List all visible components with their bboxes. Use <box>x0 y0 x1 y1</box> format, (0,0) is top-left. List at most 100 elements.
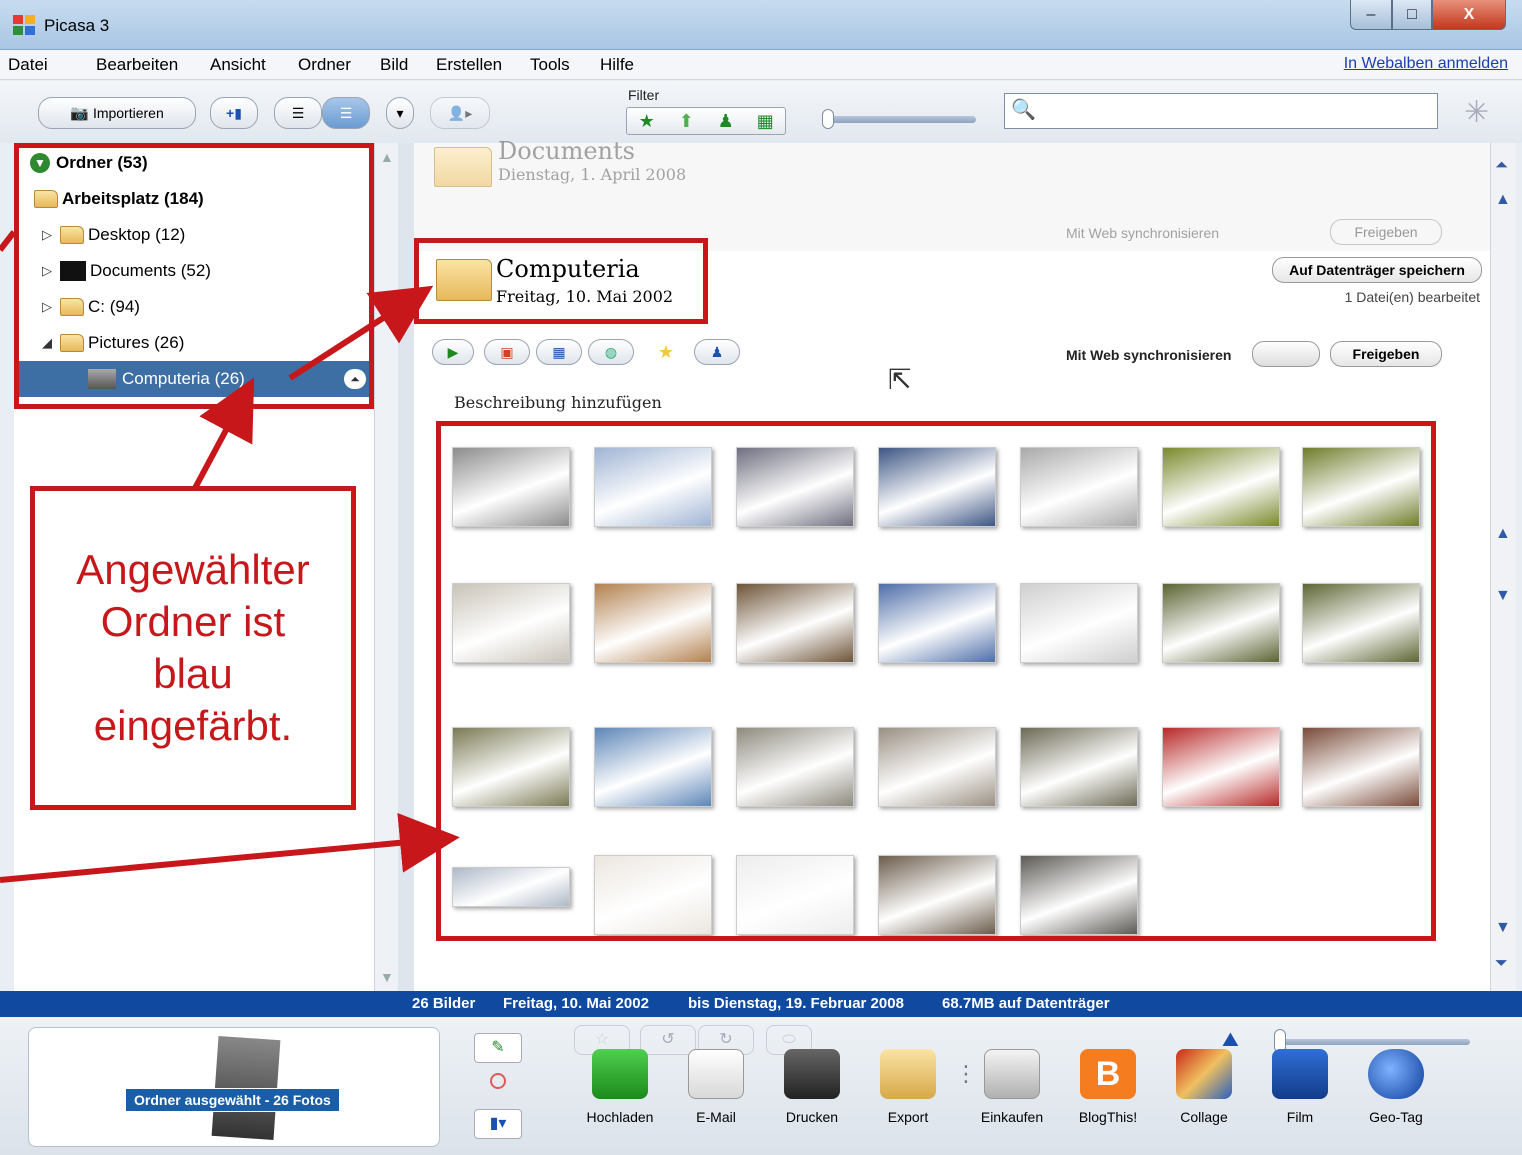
pane-splitter[interactable] <box>398 143 414 991</box>
folder-icon <box>434 147 492 187</box>
webalbum-signin-link[interactable]: In Webalben anmelden <box>1344 55 1508 73</box>
shop-button[interactable]: Einkaufen <box>976 1047 1048 1137</box>
tree-view-button[interactable]: ☰ <box>322 97 370 129</box>
minimize-button[interactable]: – <box>1350 0 1392 30</box>
picasa-window: Picasa 3 – □ X Datei Bearbeiten Ansicht … <box>0 0 1522 1155</box>
menu-bild[interactable]: Bild <box>380 55 408 75</box>
scroll-bottom-icon[interactable]: ⏷ <box>1495 955 1508 973</box>
export-button[interactable]: Export <box>872 1047 944 1137</box>
share-button[interactable]: Freigeben <box>1330 341 1442 367</box>
scroll-down-icon[interactable]: ▼ <box>1495 587 1511 605</box>
status-from: Freitag, 10. Mai 2002 <box>503 995 649 1012</box>
add-album-button[interactable]: +▮ <box>210 97 258 129</box>
photo-tray: Ordner ausgewählt - 26 Fotos <box>28 1027 440 1147</box>
slider-handle[interactable] <box>822 109 834 129</box>
picasa-logo-icon <box>13 15 35 35</box>
search-icon: 🔍 <box>1011 99 1036 121</box>
email-button[interactable]: E-Mail <box>680 1047 752 1137</box>
person-icon: ♟ <box>710 343 724 360</box>
flat-view-button[interactable]: ☰ <box>274 97 322 129</box>
annotation-thumbnails-highlight <box>436 421 1436 941</box>
add-to-album-dropdown[interactable]: ▮▾ <box>474 1109 522 1139</box>
print-button[interactable]: Drucken <box>776 1047 848 1137</box>
menu-tools[interactable]: Tools <box>530 55 570 75</box>
documents-share-button[interactable]: Freigeben <box>1330 219 1442 245</box>
annotation-line: eingefärbt. <box>93 702 293 749</box>
blogthis-label: BlogThis! <box>1078 1109 1138 1125</box>
folder-tree-scrollbar[interactable]: ▲ ▼ <box>374 143 398 991</box>
star-filter-icon[interactable]: ★ <box>627 108 667 134</box>
scroll-down-icon[interactable]: ▼ <box>1495 919 1511 937</box>
upload-icon <box>592 1049 648 1099</box>
album-description[interactable]: Beschreibung hinzufügen <box>454 393 662 412</box>
add-to-album-button[interactable]: ▣ <box>484 339 530 365</box>
chevron-down-icon: ▾ <box>396 104 404 121</box>
google-earth-icon <box>1368 1049 1424 1099</box>
film-icon <box>1272 1049 1328 1099</box>
shop-label: Einkaufen <box>980 1109 1044 1125</box>
menu-datei[interactable]: Datei <box>8 55 48 75</box>
tree-list-icon: ☰ <box>339 104 353 121</box>
person-filter-icon[interactable]: ♟ <box>706 108 746 134</box>
collage-button[interactable]: ▦ <box>536 339 582 365</box>
import-label: Importieren <box>92 105 164 121</box>
scroll-top-icon[interactable]: ⏶ <box>1495 157 1508 175</box>
email-icon <box>688 1049 744 1099</box>
arrow-top-left <box>0 230 17 252</box>
date-filter-slider[interactable] <box>826 116 976 123</box>
annotation-line: Angewählter <box>76 546 310 593</box>
annotation-folder-highlight <box>14 143 374 409</box>
view-options-dropdown[interactable]: ▾ <box>386 97 414 129</box>
clear-tray-icon[interactable] <box>490 1073 506 1089</box>
filter-label: Filter <box>628 87 660 103</box>
star-icon: ★ <box>657 341 675 362</box>
blogger-icon: B <box>1080 1049 1136 1099</box>
scroll-up-icon[interactable]: ▲ <box>1495 525 1511 543</box>
print-label: Drucken <box>785 1109 839 1125</box>
email-label: E-Mail <box>696 1109 736 1125</box>
scroll-up-icon[interactable]: ▲ <box>1495 191 1511 209</box>
collage-create-button[interactable]: Collage <box>1168 1047 1240 1137</box>
documents-sync-label: Mit Web synchronisieren <box>1066 225 1220 241</box>
maximize-button[interactable]: □ <box>1392 0 1432 30</box>
play-icon: ▶ <box>447 343 459 360</box>
geotag-button[interactable]: ◍ <box>588 339 634 365</box>
sync-web-toggle[interactable] <box>1252 341 1320 367</box>
import-button[interactable]: 📷 Importieren <box>38 97 196 129</box>
star-button[interactable]: ★ <box>646 339 686 365</box>
scroll-down-icon[interactable]: ▼ <box>380 969 394 985</box>
hold-pin-button[interactable]: ✎ <box>474 1033 522 1063</box>
tray-selection-label: Ordner ausgewählt - 26 Fotos <box>125 1088 340 1112</box>
upload-button[interactable]: Hochladen <box>584 1047 656 1137</box>
scroll-up-icon[interactable]: ▲ <box>380 149 394 165</box>
blogthis-button[interactable]: B BlogThis! <box>1072 1047 1144 1137</box>
geotag-action-button[interactable]: Geo-Tag <box>1360 1047 1432 1137</box>
album-scrollbar[interactable]: ⏶ ▲ ▲ ▼ ▼ ⏷ <box>1490 143 1516 991</box>
slideshow-button[interactable]: ▶ <box>432 339 474 365</box>
annotation-callout: Angewählter Ordner ist blau eingefärbt. <box>30 486 356 810</box>
people-button[interactable]: ♟ <box>694 339 740 365</box>
menu-ansicht[interactable]: Ansicht <box>210 55 266 75</box>
uploaded-filter-icon[interactable]: ⬆ <box>667 108 707 134</box>
add-album-icon: +▮ <box>226 104 242 121</box>
globe-icon: ◍ <box>604 343 618 360</box>
menu-bearbeiten[interactable]: Bearbeiten <box>96 55 178 75</box>
movie-button[interactable]: Film <box>1264 1047 1336 1137</box>
shop-icon <box>984 1049 1040 1099</box>
search-input[interactable]: 🔍 <box>1004 93 1438 129</box>
documents-album-title: Documents <box>498 137 635 165</box>
menu-hilfe[interactable]: Hilfe <box>600 55 634 75</box>
movie-filter-icon[interactable]: ▦ <box>746 108 786 134</box>
thumbnail-size-slider[interactable] <box>1276 1039 1470 1045</box>
close-button[interactable]: X <box>1432 0 1506 30</box>
export-folder-icon <box>880 1049 936 1099</box>
menu-bar: Datei Bearbeiten Ansicht Ordner Bild Ers… <box>0 50 1522 80</box>
cursor-icon: ⇱ <box>888 364 912 395</box>
people-icon: 👤▸ <box>447 104 473 121</box>
save-to-disk-button[interactable]: Auf Datenträger speichern <box>1272 257 1482 283</box>
window-title: Picasa 3 <box>44 16 110 35</box>
menu-ordner[interactable]: Ordner <box>298 55 351 75</box>
menu-erstellen[interactable]: Erstellen <box>436 55 502 75</box>
activity-spinner-icon: ✳ <box>1464 96 1490 129</box>
people-button[interactable]: 👤▸ <box>430 97 490 129</box>
